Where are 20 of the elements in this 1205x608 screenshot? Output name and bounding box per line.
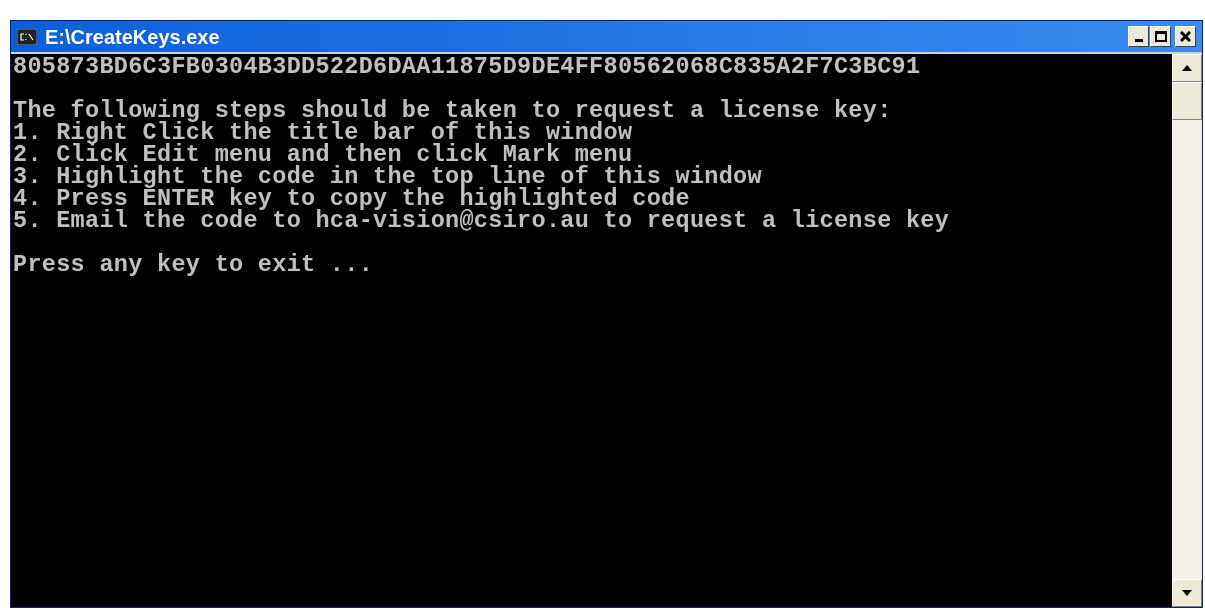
maximize-button[interactable] — [1150, 26, 1171, 47]
up-arrow-icon — [1182, 65, 1192, 71]
console-line: 2. Click Edit menu and then click Mark menu — [13, 144, 633, 166]
console-line: 4. Press ENTER key to copy the highlighted code — [13, 188, 690, 210]
console-icon — [17, 28, 37, 45]
scroll-down-button[interactable] — [1172, 579, 1202, 607]
minimize-button[interactable] — [1128, 26, 1149, 47]
console-line: 3. Highlight the code in the top line of this window — [13, 166, 763, 188]
console-line: 5. Email the code to hca-vision@csiro.au to request a license key — [13, 210, 951, 232]
console-line: The following steps should be taken to request a license key: — [13, 100, 893, 122]
scroll-thumb[interactable] — [1172, 82, 1202, 120]
window-title: E:\CreateKeys.exe — [45, 24, 221, 50]
console-line: 1. Right Click the title bar of this window — [13, 122, 633, 144]
close-icon — [1180, 31, 1191, 42]
scroll-up-button[interactable] — [1172, 54, 1202, 82]
scrollbar[interactable] — [1172, 54, 1202, 607]
close-button[interactable] — [1175, 26, 1196, 47]
down-arrow-icon — [1182, 590, 1192, 596]
license-code: 805873BD6C3FB0304B3DD522D6DAA11875D9DE4FF80562068C835A2F7C3BC91 — [13, 56, 922, 78]
console-prompt: Press any key to exit ... — [13, 254, 375, 276]
